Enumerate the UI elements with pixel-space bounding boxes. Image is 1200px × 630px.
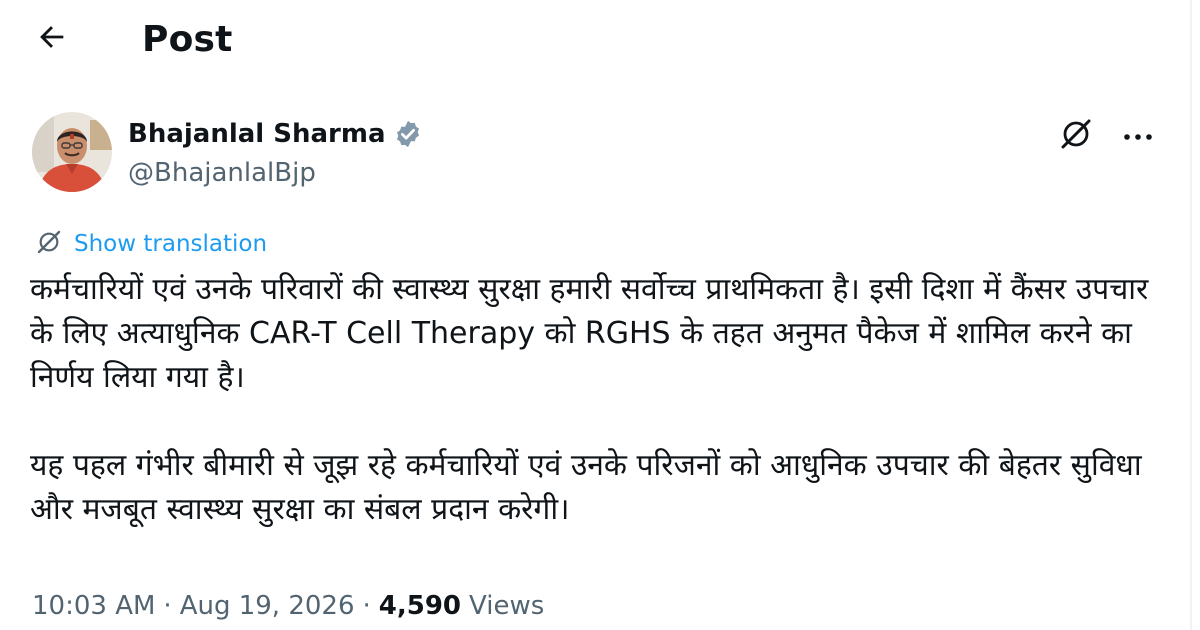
meta-separator: · (362, 591, 371, 621)
grok-icon (1058, 116, 1094, 156)
grok-button[interactable] (1054, 114, 1098, 158)
arrow-left-icon (35, 20, 69, 58)
author-name[interactable]: Bhajanlal Sharma (128, 119, 386, 149)
translate-icon (34, 227, 64, 261)
post-date[interactable]: Aug 19, 2026 (180, 591, 355, 621)
show-translation-link[interactable]: Show translation (34, 228, 267, 260)
post-paragraph: यह पहल गंभीर बीमारी से जूझ रहे कर्मचारिय… (30, 448, 1142, 527)
post-actions (1054, 114, 1160, 158)
more-button[interactable] (1116, 114, 1160, 158)
more-icon (1122, 127, 1154, 146)
author-info: Bhajanlal Sharma @BhajanlalBjp (128, 116, 424, 188)
post-paragraph: कर्मचारियों एवं उनके परिवारों की स्वास्थ… (30, 272, 1149, 395)
column-border (1190, 0, 1192, 630)
page-title: Post (142, 18, 233, 60)
post-page: Post Bhajanlal Sharma @BhajanlalBjp Show… (0, 0, 1200, 630)
post-meta: 10:03 AM · Aug 19, 2026 · 4,590 Views (32, 586, 544, 626)
post-text: कर्मचारियों एवं उनके परिवारों की स्वास्थ… (30, 268, 1160, 532)
back-button[interactable] (30, 17, 74, 61)
views-label: Views (469, 591, 545, 621)
avatar[interactable] (32, 112, 112, 192)
top-bar: Post (30, 12, 233, 66)
name-line: Bhajanlal Sharma (128, 116, 424, 152)
views-count[interactable]: 4,590 (379, 591, 461, 621)
post-author: Bhajanlal Sharma @BhajanlalBjp (32, 112, 1160, 196)
author-handle[interactable]: @BhajanlalBjp (128, 158, 424, 188)
show-translation-label: Show translation (74, 231, 268, 257)
post-time[interactable]: 10:03 AM (32, 591, 155, 621)
meta-separator: · (163, 591, 172, 621)
verified-badge-icon[interactable] (392, 118, 424, 150)
